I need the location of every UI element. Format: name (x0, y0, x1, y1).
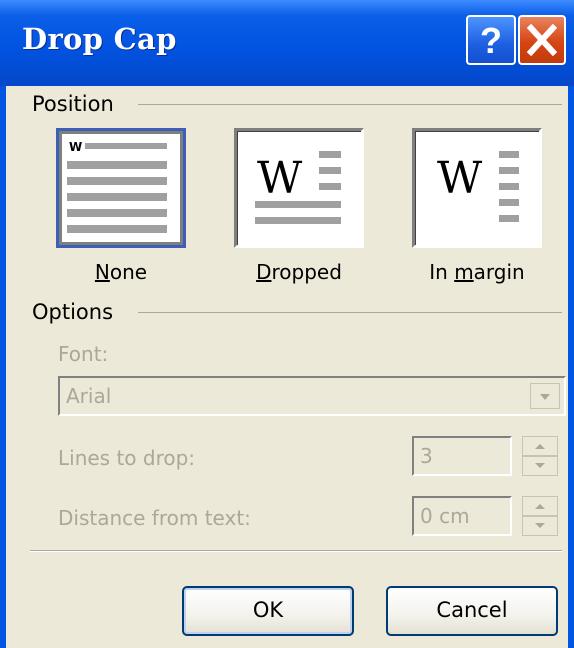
svg-text:W: W (257, 153, 303, 204)
font-label: Font: (58, 342, 109, 366)
distance-up-button[interactable] (522, 496, 558, 516)
close-icon (526, 23, 558, 57)
options-group-line (138, 312, 562, 313)
distance-spinner[interactable] (522, 496, 558, 536)
dialog-title: Drop Cap (22, 22, 177, 56)
dropped-label[interactable]: Dropped (224, 260, 374, 284)
distance-value: 0 cm (420, 504, 470, 528)
arrow-up-icon (535, 444, 545, 449)
distance-down-button[interactable] (522, 516, 558, 536)
lines-to-drop-spinner[interactable] (522, 436, 558, 476)
svg-text:?: ? (480, 20, 502, 61)
arrow-down-icon (535, 523, 545, 528)
distance-input[interactable]: 0 cm (412, 496, 512, 536)
dropped-preview-icon: W (255, 151, 341, 224)
position-group-label: Position (32, 92, 114, 116)
cancel-button[interactable]: Cancel (386, 586, 558, 636)
arrow-up-icon (535, 504, 545, 509)
none-label[interactable]: None (46, 260, 196, 284)
lines-to-drop-input[interactable]: 3 (412, 436, 512, 476)
lines-up-button[interactable] (522, 436, 558, 456)
font-dropdown-button[interactable] (530, 383, 560, 409)
question-icon: ? (480, 20, 502, 61)
svg-text:W: W (69, 140, 82, 154)
ok-button[interactable]: OK (182, 586, 354, 636)
distance-label: Distance from text: (58, 506, 251, 530)
none-preview-icon: W (67, 140, 167, 233)
drop-cap-option-in-margin[interactable]: W (412, 128, 542, 248)
help-button[interactable]: ? (466, 15, 516, 65)
chevron-down-icon (540, 394, 550, 400)
font-value: Arial (66, 384, 112, 408)
in-margin-preview-icon: W (437, 151, 519, 222)
position-group-line (138, 104, 562, 105)
options-group-label: Options (32, 300, 114, 324)
drop-cap-option-none[interactable]: W (56, 128, 186, 248)
lines-to-drop-label: Lines to drop: (58, 446, 196, 470)
drop-cap-option-dropped[interactable]: W (234, 128, 364, 248)
dialog-window: Drop Cap ? Position W None W Dropped W I… (0, 0, 574, 648)
dialog-body: Position W None W Dropped W In margin Op… (6, 86, 568, 648)
lines-to-drop-value: 3 (420, 444, 433, 468)
button-separator (30, 550, 562, 552)
in-margin-label[interactable]: In margin (402, 260, 552, 284)
title-bar[interactable]: Drop Cap ? (0, 0, 574, 86)
lines-down-button[interactable] (522, 456, 558, 476)
close-button[interactable] (518, 15, 566, 65)
svg-text:W: W (437, 153, 483, 204)
font-dropdown[interactable]: Arial (58, 376, 566, 416)
arrow-down-icon (535, 463, 545, 468)
